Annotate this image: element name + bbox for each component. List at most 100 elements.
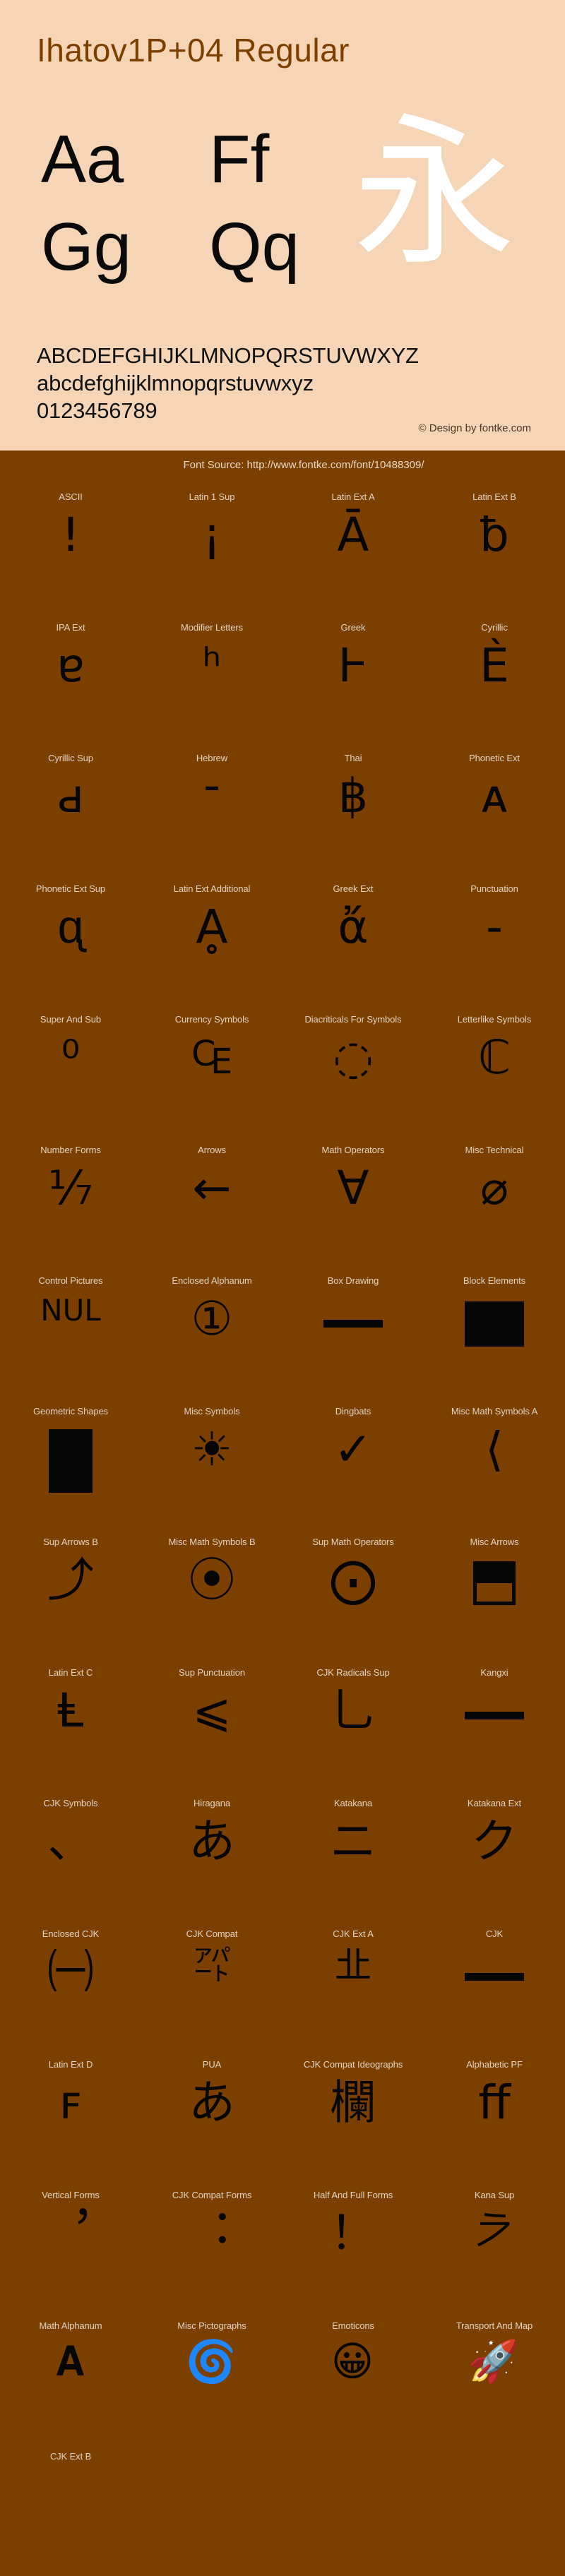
unicode-block-cell-cjk-ext-a[interactable]: CJK Ext A 㐀 (282, 1923, 424, 2053)
unicode-block-cell-cjk-ext-b[interactable]: CJK Ext B 𠀀󠀠 (0, 2445, 141, 2576)
unicode-block-row: Phonetic Ext Sup ᶐ Latin Ext Additional Ḁ Gr… (0, 878, 565, 1008)
sample-cjk-glyph: 永 (353, 113, 516, 275)
unicode-block-label: Hiragana (194, 1798, 230, 1808)
unicode-block-cell-alphabetic-pf[interactable]: Alphabetic PF ﬀ (424, 2053, 565, 2184)
unicode-block-cell-punctuation[interactable]: Punctuation ‐ (424, 878, 565, 1008)
unicode-block-cell-latin-ext-additional[interactable]: Latin Ext Additional Ḁ (141, 878, 282, 1008)
unicode-block-label: Hebrew (196, 753, 227, 763)
unicode-block-glyph: ！ (330, 2210, 376, 2257)
unicode-block-cell-geometric-shapes[interactable]: Geometric Shapes (0, 1400, 141, 1531)
unicode-block-cell-cjk-compat-ideographs[interactable]: CJK Compat Ideographs 欄 (282, 2053, 424, 2184)
unicode-block-glyph: 🌀󠀠󠀠 (186, 2341, 238, 2382)
unicode-block-cell-kana-sup[interactable]: Kana Sup 𛀀󠀠󠀠 (424, 2184, 565, 2315)
unicode-block-label: CJK (486, 1928, 503, 1939)
unicode-block-label: Enclosed CJK (42, 1928, 99, 1939)
unicode-block-cell-math-alphanum[interactable]: Math Alphanum 𝐀󠀠󠀠󠀠 (0, 2315, 141, 2445)
unicode-block-cell-latin-ext-c[interactable]: Latin Ext C Ⱡ (0, 1662, 141, 1792)
unicode-block-cell-enclosed-cjk[interactable]: Enclosed CJK ㈠ (0, 1923, 141, 2053)
unicode-block-cell-misc-math-symbols-b[interactable]: Misc Math Symbols B ⦿ (141, 1531, 282, 1662)
unicode-block-cell-cyrillic-sup[interactable]: Cyrillic Sup ԁ (0, 747, 141, 878)
unicode-block-glyph: 😀󠀠󠀠 (331, 2341, 375, 2382)
unicode-block-cell-modifier-letters[interactable]: Modifier Letters ʰ (141, 616, 282, 747)
unicode-block-cell-thai[interactable]: Thai ฿ (282, 747, 424, 878)
unicode-block-cell-cjk[interactable]: CJK (424, 1923, 565, 2053)
unicode-block-cell-greek-ext[interactable]: Greek Ext ἄ (282, 878, 424, 1008)
unicode-block-cell-latin-ext-a[interactable]: Latin Ext A Ā (282, 486, 424, 616)
unicode-block-cell-misc-symbols[interactable]: Misc Symbols ☀ (141, 1400, 282, 1531)
unicode-block-label: Box Drawing (328, 1275, 379, 1286)
unicode-block-glyph (465, 1712, 524, 1719)
unicode-block-cell-cjk-symbols[interactable]: CJK Symbols 、 (0, 1792, 141, 1923)
unicode-block-cell-sup-arrows-b[interactable]: Sup Arrows B ⤴ (0, 1531, 141, 1662)
unicode-block-cell-phonetic-ext[interactable]: Phonetic Ext ᴀ (424, 747, 565, 878)
unicode-block-cell-misc-technical[interactable]: Misc Technical ⌀ (424, 1139, 565, 1270)
unicode-block-cell-half-and-full-forms[interactable]: Half And Full Forms ！ (282, 2184, 424, 2315)
unicode-block-cell-hiragana[interactable]: Hiragana あ (141, 1792, 282, 1923)
unicode-block-row: Control Pictures NUL Enclosed Alphanum ① Box… (0, 1270, 565, 1400)
unicode-block-cell-misc-math-symbols-a[interactable]: Misc Math Symbols A ⟨ (424, 1400, 565, 1531)
unicode-block-cell-enclosed-alphanum[interactable]: Enclosed Alphanum ① (141, 1270, 282, 1400)
unicode-block-label: CJK Ext A (333, 1928, 374, 1939)
unicode-block-cell-sup-punctuation[interactable]: Sup Punctuation ⩽ (141, 1662, 282, 1792)
unicode-block-label: Latin Ext D (49, 2059, 93, 2070)
unicode-block-cell-box-drawing[interactable]: Box Drawing (282, 1270, 424, 1400)
sample-pair-qq: Qq (209, 213, 299, 281)
unicode-block-cell-arrows[interactable]: Arrows ← (141, 1139, 282, 1270)
unicode-block-cell-phonetic-ext-sup[interactable]: Phonetic Ext Sup ᶐ (0, 878, 141, 1008)
unicode-block-cell-super-and-sub[interactable]: Super And Sub ⁰ (0, 1008, 141, 1139)
unicode-block-cell-control-pictures[interactable]: Control Pictures NUL (0, 1270, 141, 1400)
unicode-block-cell-empty (424, 2445, 565, 2576)
unicode-block-cell-latin-ext-d[interactable]: Latin Ext D ꜰ (0, 2053, 141, 2184)
unicode-block-glyph: Ͱ (338, 643, 368, 689)
unicode-block-cell-misc-arrows[interactable]: Misc Arrows (424, 1531, 565, 1662)
unicode-block-cell-greek[interactable]: Greek Ͱ (282, 616, 424, 747)
unicode-block-cell-kangxi[interactable]: Kangxi (424, 1662, 565, 1792)
unicode-block-glyph: ← (192, 1165, 231, 1212)
unicode-block-cell-katakana-ext[interactable]: Katakana Ext ク (424, 1792, 565, 1923)
unicode-block-cell-ascii[interactable]: ASCII! (0, 486, 141, 616)
font-source-link[interactable]: Font Source: http://www.fontke.com/font/… (183, 459, 424, 471)
unicode-block-cell-vertical-forms[interactable]: Vertical Forms ︐ (0, 2184, 141, 2315)
unicode-block-cell-emoticons[interactable]: Emoticons 😀󠀠󠀠 (282, 2315, 424, 2445)
unicode-block-cell-cjk-compat-forms[interactable]: CJK Compat Forms ︓ (141, 2184, 282, 2315)
unicode-block-cell-pua[interactable]: PUA あ (141, 2053, 282, 2184)
unicode-block-cell-katakana[interactable]: Katakana ニ (282, 1792, 424, 1923)
unicode-block-glyph: ‐ (486, 904, 503, 950)
unicode-block-cell-transport-and-map[interactable]: Transport And Map 🚀󠀠󠀠 (424, 2315, 565, 2445)
unicode-block-glyph: ︐ (47, 2210, 94, 2257)
unicode-block-glyph: ʰ (203, 643, 222, 689)
unicode-block-cell-sup-math-operators[interactable]: Sup Math Operators ⨀ (282, 1531, 424, 1662)
unicode-block-glyph: ฿ (338, 773, 368, 820)
unicode-block-cell-dingbats[interactable]: Dingbats ✓ (282, 1400, 424, 1531)
unicode-block-row: IPA Ext ɐ Modifier Letters ʰ Greek Ͱ Cyrillic Ѐ (0, 616, 565, 747)
unicode-block-cell-math-operators[interactable]: Math Operators ∀ (282, 1139, 424, 1270)
sample-pair-gg: Gg (41, 213, 131, 281)
unicode-block-cell-hebrew[interactable]: Hebrew ־ (141, 747, 282, 878)
unicode-block-glyph: 🚀󠀠󠀠 (468, 2341, 521, 2382)
unicode-block-cell-cjk-compat[interactable]: CJK Compat ㌀ (141, 1923, 282, 2053)
unicode-block-label: Enclosed Alphanum (172, 1275, 251, 1286)
unicode-block-cell-block-elements[interactable]: Block Elements (424, 1270, 565, 1400)
unicode-block-cell-cjk-radicals-sup[interactable]: CJK Radicals Sup ⺃ (282, 1662, 424, 1792)
unicode-block-glyph: ⅐ (48, 1165, 93, 1212)
unicode-block-cell-cyrillic[interactable]: Cyrillic Ѐ (424, 616, 565, 747)
unicode-block-label: Misc Math Symbols B (168, 1537, 255, 1547)
unicode-block-cell-currency-symbols[interactable]: Currency Symbols ₠ (141, 1008, 282, 1139)
unicode-block-label: Latin Ext C (49, 1667, 93, 1678)
unicode-block-cell-latin-1-sup[interactable]: Latin 1 Sup ¡ (141, 486, 282, 616)
unicode-block-cell-letterlike-symbols[interactable]: Letterlike Symbols ℂ (424, 1008, 565, 1139)
unicode-block-cell-misc-pictographs[interactable]: Misc Pictographs 🌀󠀠󠀠 (141, 2315, 282, 2445)
unicode-block-label: Geometric Shapes (33, 1406, 108, 1417)
unicode-block-row: Latin Ext C Ⱡ Sup Punctuation ⩽ CJK Radicals… (0, 1662, 565, 1792)
unicode-block-cell-ipa-ext[interactable]: IPA Ext ɐ (0, 616, 141, 747)
unicode-block-label: Latin 1 Sup (189, 491, 235, 502)
unicode-block-glyph: ₠ (191, 1034, 232, 1081)
unicode-block-label: CJK Radicals Sup (316, 1667, 389, 1678)
unicode-block-glyph: ① (191, 1296, 232, 1342)
unicode-block-cell-number-forms[interactable]: Number Forms ⅐ (0, 1139, 141, 1270)
unicode-block-cell-diacriticals-for-symbols[interactable]: Diacriticals For Symbols ◌ (282, 1008, 424, 1139)
unicode-block-glyph: ¡ (203, 512, 221, 559)
unicode-block-cell-latin-ext-b[interactable]: Latin Ext B ƀ (424, 486, 565, 616)
unicode-block-row: Math Alphanum 𝐀󠀠󠀠󠀠 Misc Pictographs 🌀󠀠󠀠 Emot… (0, 2315, 565, 2445)
unicode-block-glyph: ⩽ (192, 1688, 231, 1734)
